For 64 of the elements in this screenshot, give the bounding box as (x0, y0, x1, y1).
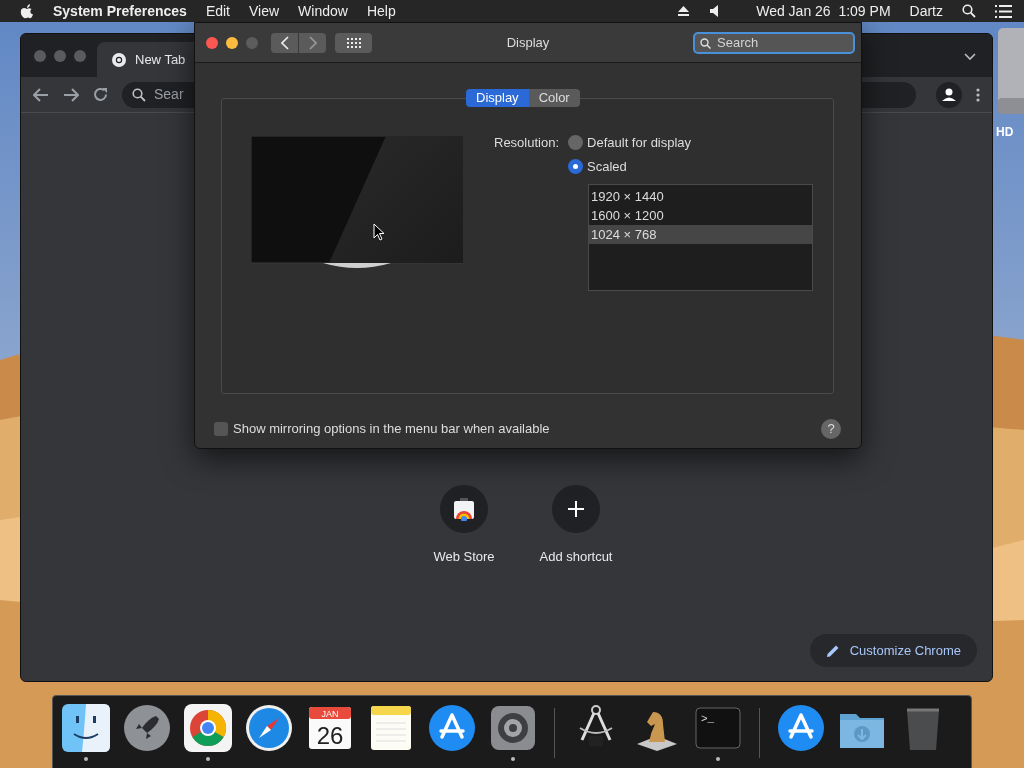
dock-item[interactable] (488, 704, 538, 761)
help-button[interactable]: ? (821, 419, 841, 439)
compass-rose-icon[interactable] (245, 704, 293, 752)
shortcut-tile[interactable]: Web Store (416, 485, 512, 567)
dock-item[interactable] (183, 704, 233, 761)
minimize-button[interactable] (226, 36, 238, 49)
month-label: JAN (321, 708, 339, 719)
more-icon[interactable] (976, 87, 980, 102)
user-name[interactable]: Dartz (909, 0, 943, 22)
show-all-button[interactable] (335, 32, 372, 53)
resolution-list[interactable]: 1920 × 1440 1600 × 1200 1024 × 768 (588, 184, 814, 291)
prompt-text: >_ (701, 713, 715, 725)
chevron-down-icon[interactable] (964, 53, 976, 61)
apple-icon[interactable] (20, 3, 34, 19)
menu-item[interactable]: View (249, 0, 280, 22)
menu-item[interactable]: Help (366, 0, 396, 22)
forward-icon[interactable] (63, 87, 79, 102)
app-store-icon[interactable] (428, 704, 476, 752)
chevron-right-icon (308, 35, 317, 50)
shortcut-tile[interactable]: Add shortcut (528, 485, 624, 567)
rocket-icon[interactable] (123, 704, 171, 752)
chevron-left-icon (280, 35, 289, 50)
radio-option[interactable]: Scaled (568, 156, 814, 176)
dock-separator (759, 708, 760, 758)
cursor-icon (373, 223, 385, 241)
menu-item[interactable]: Window (298, 0, 348, 22)
dock-item[interactable]: >_ (693, 704, 743, 761)
finder-icon[interactable] (62, 704, 110, 752)
day-label: 26 (316, 722, 344, 749)
terminal-icon[interactable]: >_ (694, 704, 742, 752)
grid-icon (346, 37, 361, 48)
store-icon (452, 497, 476, 521)
checkbox-option[interactable]: Show mirroring options in the menu bar when available (214, 419, 550, 439)
tab-title: New Tab (135, 50, 186, 69)
dock-item[interactable]: JAN 26 (305, 704, 355, 761)
window-title: Display (506, 34, 550, 50)
search-icon[interactable] (962, 4, 976, 18)
close-button[interactable] (206, 36, 218, 49)
reload-icon[interactable] (93, 87, 108, 102)
list-item[interactable]: 1920 × 1440 (589, 187, 813, 206)
eject-icon[interactable] (677, 5, 691, 17)
list-icon[interactable] (995, 4, 1012, 18)
back-icon[interactable] (33, 87, 49, 102)
profile-icon[interactable] (936, 81, 962, 108)
menu-item[interactable]: Edit (205, 0, 230, 22)
pencil-icon (825, 643, 840, 658)
tab[interactable]: Color (528, 89, 580, 107)
forward-button[interactable] (299, 32, 326, 53)
tab[interactable]: Display (466, 89, 529, 107)
dock-separator (554, 708, 555, 758)
dock-item[interactable] (61, 704, 111, 761)
app-menu[interactable]: System Preferences (53, 0, 187, 22)
back-button[interactable] (271, 32, 298, 53)
customize-button[interactable]: Customize Chrome (809, 634, 977, 667)
radio-option[interactable]: Default for display (568, 133, 814, 153)
clock[interactable]: Wed Jan 26 1:09 PM (756, 0, 891, 22)
list-item[interactable]: 1024 × 768 (589, 225, 813, 244)
calendar-icon[interactable]: JAN 26 (306, 704, 354, 752)
search-field[interactable]: Search (693, 31, 855, 54)
list-item[interactable]: 1600 × 1200 (589, 206, 813, 225)
search-icon (132, 87, 146, 102)
resolution-label: Resolution: (494, 134, 560, 152)
app-store-icon[interactable] (777, 704, 825, 752)
address-placeholder: Sear (154, 85, 184, 104)
